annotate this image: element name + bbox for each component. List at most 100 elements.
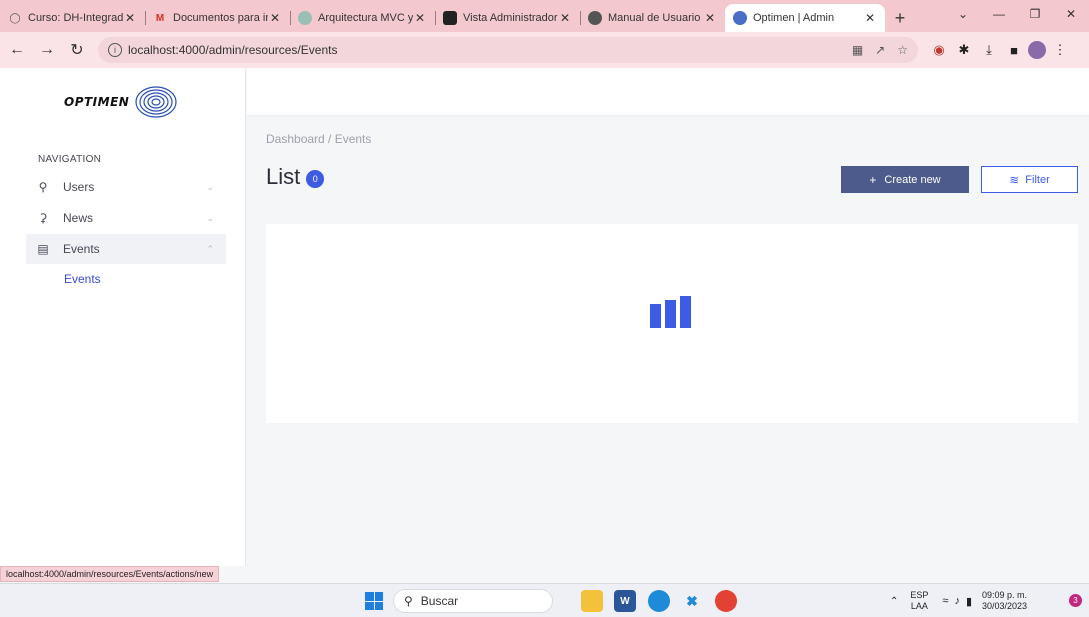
system-tray: ⌃ ESP LAA ≈ ♪ ▮ 09:09 p. m. 30/03/2023 xyxy=(890,584,1027,617)
logo-text: OPTIMEN xyxy=(64,95,130,109)
download-icon[interactable]: ⤓ xyxy=(978,39,1000,61)
close-icon[interactable]: ✕ xyxy=(268,11,282,25)
status-bar-url: localhost:4000/admin/resources/Events/ac… xyxy=(0,566,220,582)
close-icon[interactable]: ✕ xyxy=(413,11,427,25)
profile-avatar[interactable] xyxy=(1028,41,1046,59)
chrome-icon[interactable] xyxy=(715,590,737,612)
create-new-button[interactable]: + Create new xyxy=(841,166,969,193)
document-icon: ◯ xyxy=(9,12,21,24)
close-icon[interactable]: ✕ xyxy=(863,11,877,25)
sidebar-item-label: News xyxy=(63,211,94,225)
gmail-icon: M xyxy=(155,12,165,24)
browser-tab-active[interactable]: Optimen | Admin ✕ xyxy=(725,4,885,32)
filter-button[interactable]: ≋ Filter xyxy=(981,166,1078,193)
language-indicator[interactable]: ESP LAA xyxy=(910,590,928,612)
extension-icon[interactable]: ◉ xyxy=(928,39,950,61)
loading-icon xyxy=(650,296,694,328)
volume-icon[interactable]: ♪ xyxy=(954,595,960,607)
close-window-button[interactable]: ✕ xyxy=(1053,0,1089,28)
browser-tab[interactable]: Vista Administrador e ✕ xyxy=(435,4,580,32)
edge-icon[interactable] xyxy=(648,590,670,612)
chevron-up-icon[interactable]: ⌃ xyxy=(890,596,898,607)
menu-icon[interactable]: ⋮ xyxy=(1049,39,1071,61)
url-text: localhost:4000/admin/resources/Events xyxy=(128,43,338,57)
news-icon: ⚳ xyxy=(38,211,48,225)
share-icon[interactable]: ↗ xyxy=(875,43,885,57)
plus-icon: + xyxy=(869,172,877,187)
battery-icon[interactable]: ▮ xyxy=(966,595,972,608)
sidepanel-icon[interactable]: ■ xyxy=(1003,39,1025,61)
sidebar-item-events[interactable]: ▤ Events ⌃ xyxy=(26,234,226,264)
tab-label: Arquitectura MVC y c xyxy=(318,12,413,24)
sidebar: OPTIMEN NAVIGATION xyxy=(0,68,246,566)
tab-label: Curso: DH-Integrador xyxy=(28,12,123,24)
logo[interactable]: OPTIMEN xyxy=(64,80,194,124)
minimize-button[interactable]: — xyxy=(981,0,1017,28)
filter-icon: ≋ xyxy=(1009,172,1020,187)
search-icon: ⚲ xyxy=(404,594,413,608)
tab-label: Documentos para inte xyxy=(173,12,268,24)
close-icon[interactable]: ✕ xyxy=(703,11,717,25)
sidebar-item-label: Events xyxy=(63,242,100,256)
wifi-icon[interactable]: ≈ xyxy=(942,595,948,607)
chevron-down-icon: ⌄ xyxy=(206,212,214,223)
browser-tab[interactable]: ◯ Curso: DH-Integrador ✕ xyxy=(0,4,145,32)
content-card xyxy=(266,224,1078,423)
taskbar-search[interactable]: ⚲ Buscar xyxy=(393,589,553,613)
clock-time: 09:09 p. m. xyxy=(982,590,1028,600)
sidebar-subitem-events[interactable]: Events xyxy=(64,272,101,286)
optimen-icon xyxy=(733,11,747,25)
count-badge: 0 xyxy=(306,170,325,188)
bookmark-star-icon[interactable]: ☆ xyxy=(897,43,908,57)
tab-label: Manual de Usuario de xyxy=(608,12,703,24)
chevron-down-icon[interactable]: ⌄ xyxy=(945,0,981,28)
new-tab-button[interactable]: + xyxy=(885,4,915,32)
notification-badge[interactable]: 3 xyxy=(1069,594,1082,607)
address-bar[interactable]: i localhost:4000/admin/resources/Events … xyxy=(98,37,918,63)
create-new-label: Create new xyxy=(884,173,941,186)
forward-button[interactable]: → xyxy=(34,37,60,63)
tab-label: Vista Administrador e xyxy=(463,12,558,24)
language-top: ESP xyxy=(910,590,929,600)
info-icon[interactable]: i xyxy=(108,43,122,57)
chevron-down-icon: ⌄ xyxy=(206,181,214,192)
window-controls: ⌄ — ❐ ✕ xyxy=(945,0,1089,32)
browser-tab-strip: ◯ Curso: DH-Integrador ✕ M Documentos pa… xyxy=(0,0,1089,32)
close-icon[interactable]: ✕ xyxy=(558,11,572,25)
back-button[interactable]: ← xyxy=(4,37,30,63)
sidebar-item-label: Users xyxy=(63,180,95,194)
puzzle-icon[interactable]: ✱ xyxy=(953,39,975,61)
clock-date: 30/03/2023 xyxy=(982,601,1028,611)
language-bottom: LAA xyxy=(910,601,928,611)
tab-label: Optimen | Admin xyxy=(753,12,835,24)
browser-toolbar: ← → ↻ i localhost:4000/admin/resources/E… xyxy=(0,32,1089,68)
filter-label: Filter xyxy=(1025,173,1050,186)
file-explorer-icon[interactable] xyxy=(581,590,603,612)
sidebar-item-users[interactable]: ⚲ Users ⌄ xyxy=(26,172,226,202)
browser-tab[interactable]: Arquitectura MVC y c ✕ xyxy=(290,4,435,32)
top-bar xyxy=(247,68,1089,116)
page-title: List 0 xyxy=(266,164,325,190)
browser-tab[interactable]: Manual de Usuario de ✕ xyxy=(580,4,725,32)
breadcrumb[interactable]: Dashboard / Events xyxy=(266,132,371,146)
events-icon: ▤ xyxy=(37,242,49,256)
windows-start-icon[interactable] xyxy=(365,592,383,610)
close-icon[interactable]: ✕ xyxy=(123,11,137,25)
vscode-icon[interactable]: ✖ xyxy=(681,590,703,612)
browser-tab[interactable]: M Documentos para inte ✕ xyxy=(145,4,290,32)
slides-icon xyxy=(443,11,457,25)
reload-button[interactable]: ↻ xyxy=(64,37,90,63)
windows-taskbar: ⚲ Buscar W ✖ ⌃ ESP LAA ≈ ♪ ▮ 09:09 p. m.… xyxy=(0,583,1089,617)
extension-icons: ◉ ✱ ⤓ ■ ⋮ xyxy=(928,39,1074,61)
globe-icon xyxy=(588,11,602,25)
restore-button[interactable]: ❐ xyxy=(1017,0,1053,28)
word-icon[interactable]: W xyxy=(614,590,636,612)
translate-icon[interactable]: ▦ xyxy=(852,43,863,57)
nav-heading: NAVIGATION xyxy=(38,154,102,165)
chat-icon xyxy=(298,11,312,25)
taskbar-search-label: Buscar xyxy=(420,594,459,608)
sidebar-item-news[interactable]: ⚳ News ⌄ xyxy=(26,203,226,233)
logo-swirl-icon xyxy=(135,86,177,118)
page-title-text: List xyxy=(266,164,301,189)
clock[interactable]: 09:09 p. m. 30/03/2023 xyxy=(982,590,1027,612)
